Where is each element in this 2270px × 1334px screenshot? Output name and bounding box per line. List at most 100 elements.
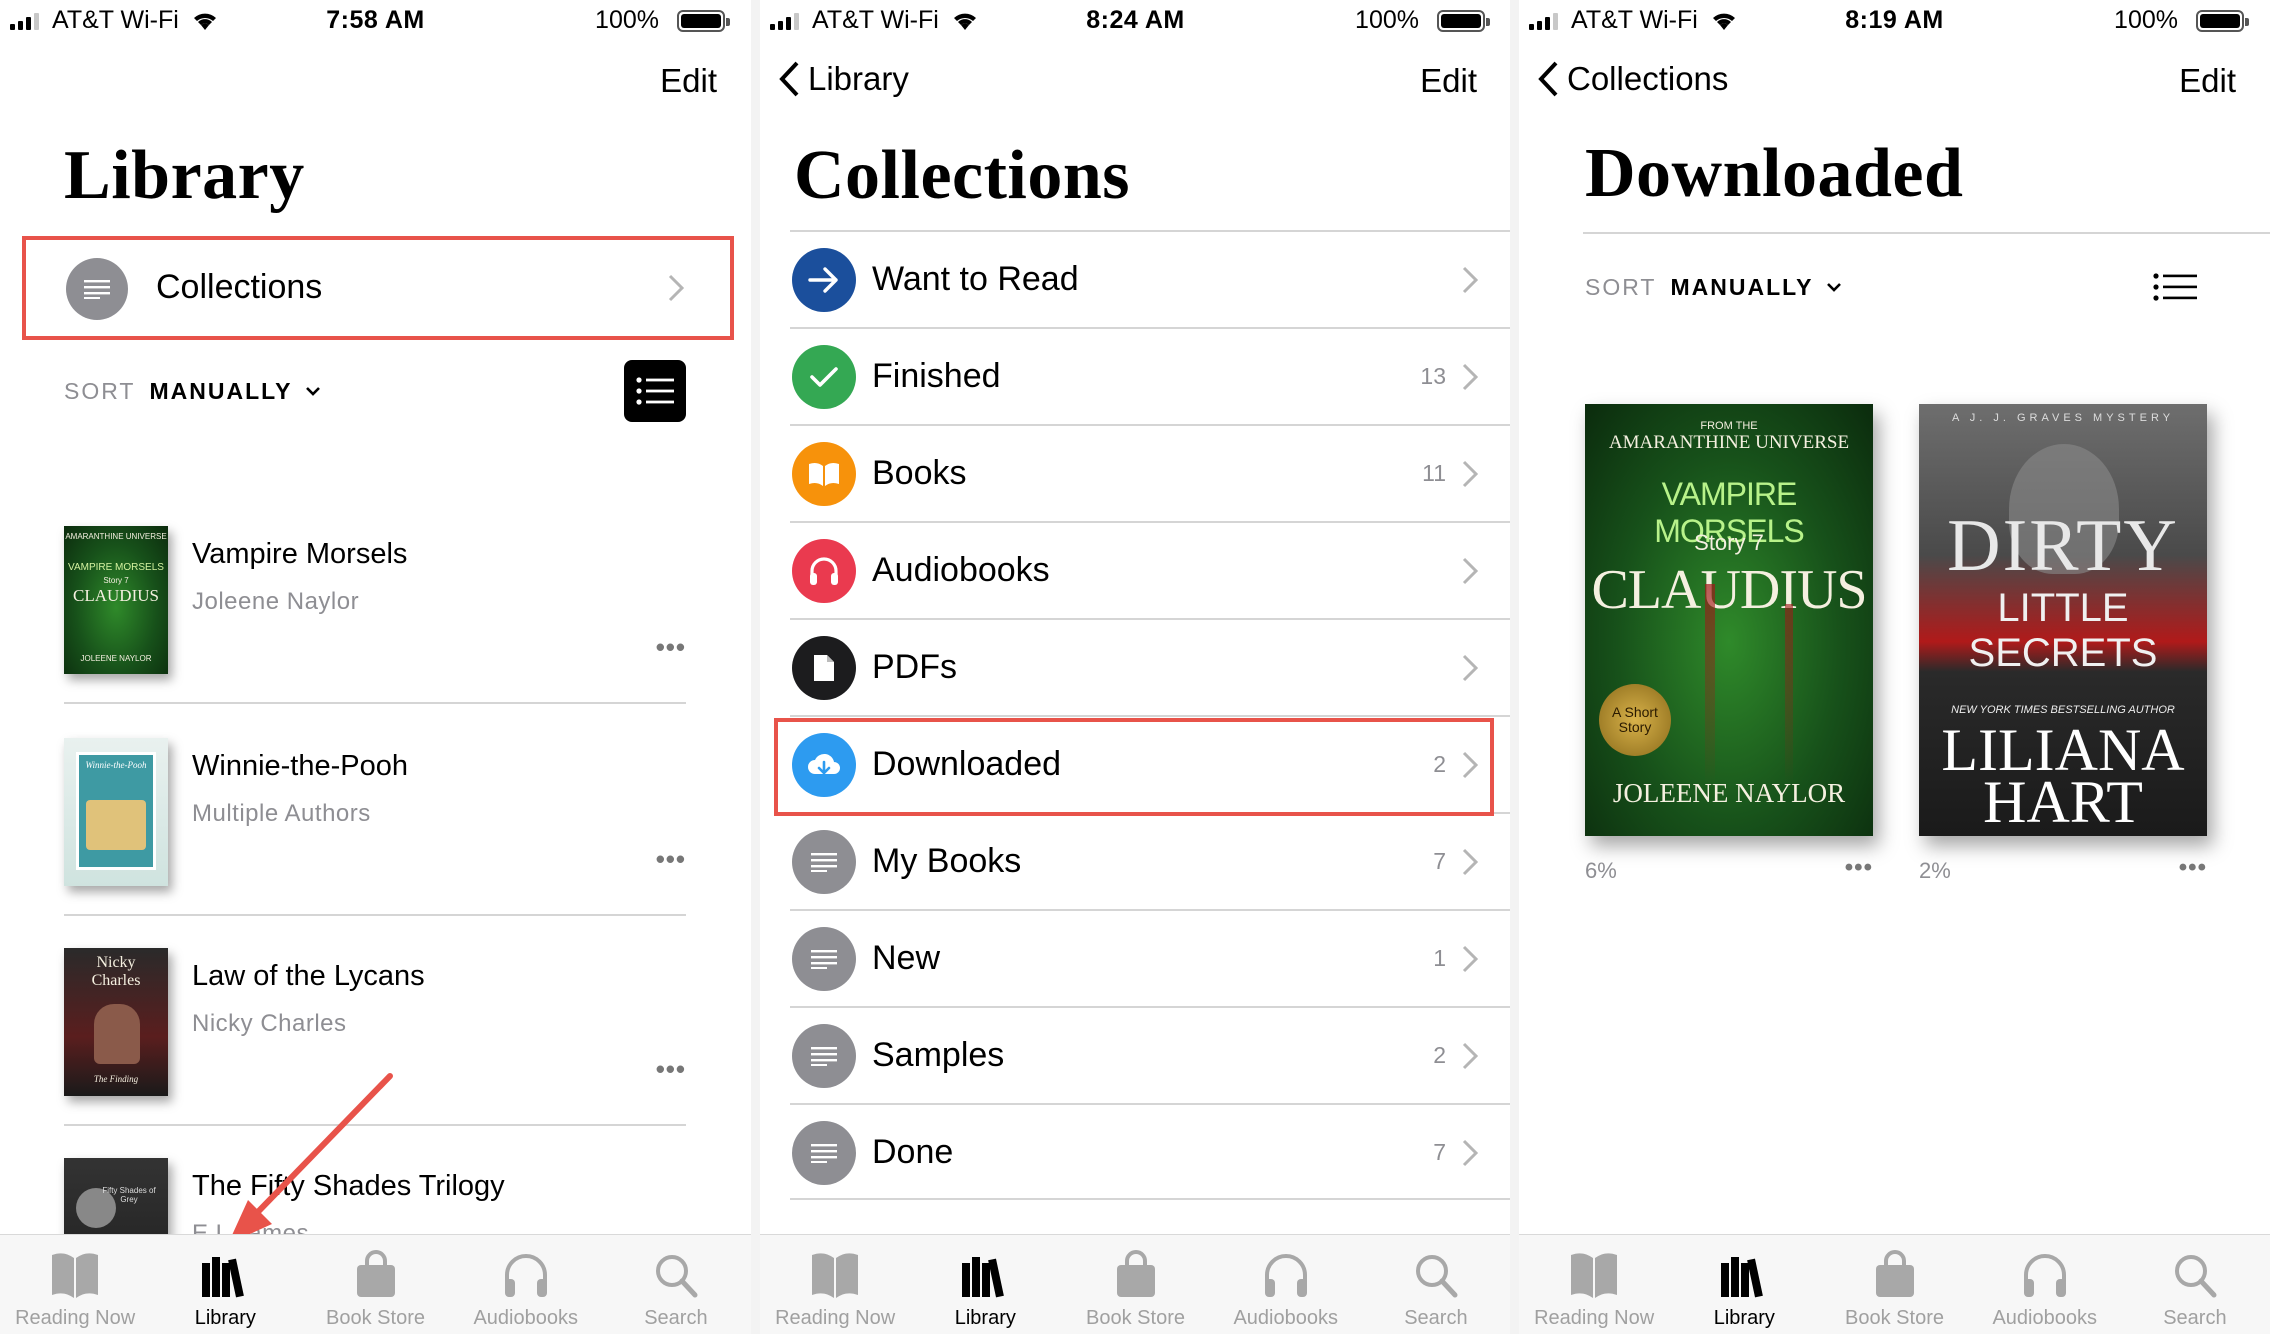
list-icon [792,927,856,991]
cover-text: Story 7 [1694,530,1764,555]
chevron-right-icon [1462,1042,1478,1070]
tab-book-store[interactable]: Book Store [1060,1235,1210,1334]
battery-icon [677,10,730,32]
battery-percent: 100% [1355,6,1419,34]
battery-percent: 100% [595,6,659,34]
tab-label: Reading Now [15,1307,136,1329]
back-button[interactable]: Library [778,60,909,98]
collection-row-my-books[interactable]: My Books 7 [790,812,1510,909]
cover-text: NEW YORK TIMES BESTSELLING AUTHOR [1951,704,2175,716]
open-book-icon [812,1253,859,1298]
tab-search[interactable]: Search [2120,1235,2270,1334]
tab-search[interactable]: Search [601,1235,751,1334]
chevron-right-icon [1462,945,1478,973]
book-cover[interactable]: Winnie-the-Pooh [64,738,168,886]
edit-button[interactable]: Edit [1420,62,1477,100]
book-cover[interactable]: Nicky Charles The Finding [64,948,168,1096]
back-button[interactable]: Collections [1537,60,1728,98]
collection-row-books[interactable]: Books 11 [790,424,1510,521]
sort-label: SORT [1585,274,1657,300]
progress-percent: 2% [1919,858,1951,883]
downloaded-screen: AT&T Wi-Fi 8:19 AM 100% Collections Edit… [1519,0,2270,1334]
collection-row-finished[interactable]: Finished 13 [790,327,1510,424]
tab-library[interactable]: Library [910,1235,1060,1334]
edit-button[interactable]: Edit [660,62,717,100]
collection-label: Samples [872,1036,1005,1074]
collection-row-new[interactable]: New 1 [790,909,1510,1006]
collection-label: New [872,939,941,977]
tab-label: Search [644,1307,708,1329]
tab-label: Library [1713,1307,1775,1329]
chevron-right-icon [1462,557,1478,585]
collection-count: 1 [1433,945,1446,971]
more-options-button[interactable]: ••• [656,844,686,875]
sort-control[interactable]: SORT MANUALLY [64,378,321,405]
chevron-left-icon [779,61,799,97]
book-grid-item[interactable]: A J. J. GRAVES MYSTERY DIRTY LITTLE SECR… [1919,404,2207,883]
tab-reading-now[interactable]: Reading Now [1519,1235,1669,1334]
chevron-right-icon [1462,363,1478,391]
list-view-toggle[interactable] [624,360,686,422]
arrow-right-icon [792,248,856,312]
book-title: Vampire Morsels [192,538,408,570]
cover-text: A J. J. GRAVES MYSTERY [1951,412,2175,424]
status-bar: AT&T Wi-Fi 7:58 AM 100% [0,0,751,44]
library-books-icon [962,1257,1005,1298]
sort-label: SORT [64,378,136,404]
list-item[interactable]: Nicky Charles The Finding Law of the Lyc… [64,948,686,1158]
book-cover[interactable]: A J. J. GRAVES MYSTERY DIRTY LITTLE SECR… [1919,404,2207,836]
collection-row-pdfs[interactable]: PDFs [790,618,1510,715]
back-label: Library [808,60,909,97]
page-title: Collections [794,137,1131,214]
cover-text: JOLEENE NAYLOR [1612,778,1846,808]
list-item[interactable]: AMARANTHINE UNIVERSE VAMPIRE MORSELS Sto… [64,526,686,736]
chevron-right-icon [1462,848,1478,876]
open-book-icon [1571,1253,1618,1298]
tab-audiobooks[interactable]: Audiobooks [1211,1235,1361,1334]
tab-library[interactable]: Library [1669,1235,1819,1334]
cover-text: Fifty Shades of Grey [102,1186,156,1204]
divider [64,914,686,916]
more-options-button[interactable]: ••• [656,632,686,663]
battery-icon [2196,10,2249,32]
tab-library[interactable]: Library [150,1235,300,1334]
more-options-button[interactable]: ••• [2179,854,2207,882]
chevron-right-icon [668,274,684,302]
tab-audiobooks[interactable]: Audiobooks [1970,1235,2120,1334]
tab-label: Reading Now [1534,1307,1655,1329]
sort-value: MANUALLY [149,378,293,404]
book-cover[interactable]: FROM THE AMARANTHINE UNIVERSE VAMPIRE MO… [1585,404,1873,836]
chevron-right-icon [1462,266,1478,294]
tab-book-store[interactable]: Book Store [1819,1235,1969,1334]
tab-book-store[interactable]: Book Store [300,1235,450,1334]
collection-row-samples[interactable]: Samples 2 [790,1006,1510,1103]
collection-count: 7 [1433,1139,1446,1165]
sort-control[interactable]: SORT MANUALLY [1585,274,1842,301]
collection-count: 7 [1433,848,1446,874]
tab-label: Book Store [326,1307,425,1329]
collection-row-audiobooks[interactable]: Audiobooks [790,521,1510,618]
collection-row-want-to-read[interactable]: Want to Read [790,230,1510,327]
book-grid-item[interactable]: FROM THE AMARANTHINE UNIVERSE VAMPIRE MO… [1585,404,1873,883]
tab-audiobooks[interactable]: Audiobooks [451,1235,601,1334]
collection-label: Want to Read [872,260,1079,298]
tab-reading-now[interactable]: Reading Now [760,1235,910,1334]
page-title: Downloaded [1585,135,1964,212]
tab-label: Audiobooks [1992,1307,2097,1329]
edit-button[interactable]: Edit [2179,62,2236,100]
list-icon [792,830,856,894]
tab-label: Reading Now [775,1307,896,1329]
more-options-button[interactable]: ••• [1845,854,1873,882]
tab-search[interactable]: Search [1361,1235,1511,1334]
shopping-bag-icon [1116,1250,1155,1297]
tab-reading-now[interactable]: Reading Now [0,1235,150,1334]
more-options-button[interactable]: ••• [656,1054,686,1085]
collections-row[interactable]: Collections [22,236,734,340]
collection-row-done[interactable]: Done 7 [790,1103,1510,1200]
open-book-icon [792,442,856,506]
list-item[interactable]: Winnie-the-Pooh Winnie-the-Pooh Multiple… [64,738,686,948]
book-cover[interactable]: AMARANTHINE UNIVERSE VAMPIRE MORSELS Sto… [64,526,168,674]
list-view-icon[interactable] [2153,272,2197,302]
tab-bar: Reading Now Library Book Store Audiobook… [0,1234,751,1334]
list-icon [792,1121,856,1185]
